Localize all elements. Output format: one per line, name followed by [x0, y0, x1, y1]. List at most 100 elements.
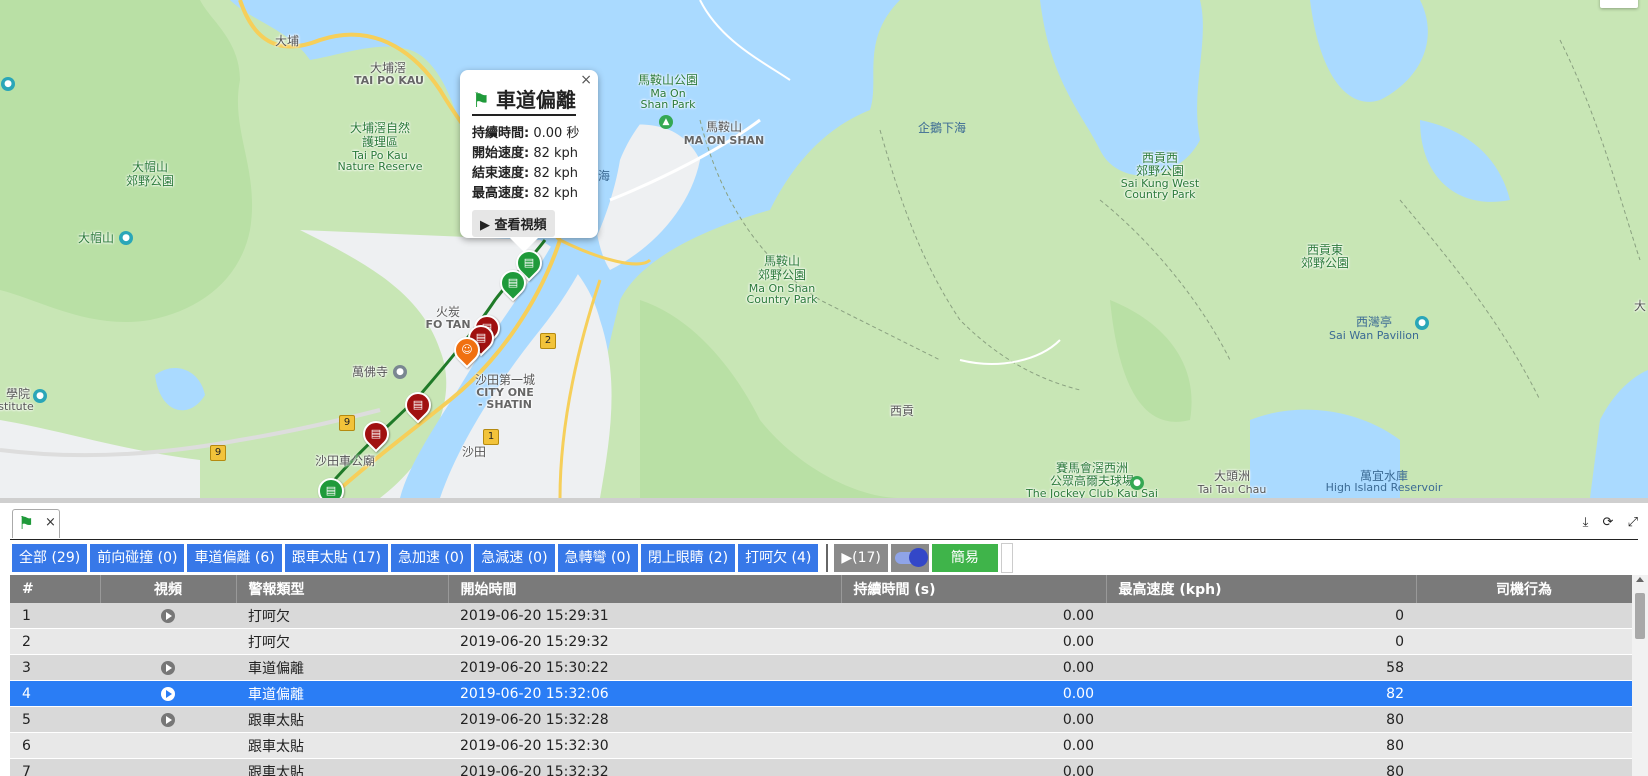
popup-close-button[interactable]: × — [580, 72, 592, 88]
event-popup: × ⚑ 車道偏離 持續時間: 0.00 秒 開始速度: 82 kph 結束速度: … — [460, 70, 598, 252]
filter-lane-departure-button[interactable]: 車道偏離 (6) — [187, 544, 282, 572]
event-marker[interactable]: ☺ — [448, 331, 486, 369]
map-label: 馬鞍山公園 — [637, 73, 699, 87]
filter-hard-acceleration-button[interactable]: 急加速 (0) — [390, 544, 472, 572]
play-circle-icon: ▶ — [480, 218, 490, 233]
map-label: MA ON SHAN — [683, 134, 765, 147]
filter-sharp-turn-button[interactable]: 急轉彎 (0) — [557, 544, 638, 572]
divider — [826, 544, 829, 572]
tab-close-button[interactable]: × — [45, 515, 56, 530]
refresh-icon[interactable]: ⟳ — [1603, 515, 1614, 530]
column-header-duration[interactable]: 持續時間 (s) — [841, 575, 1107, 603]
event-marker[interactable]: ▤ — [399, 386, 437, 424]
filter-bar: 全部 (29) 前向碰撞 (0) 車道偏離 (6) 跟車太貼 (17) 急加速 … — [12, 543, 1013, 573]
table-row[interactable]: 7 跟車太貼 2019-06-20 15:32:32 0.00 80 — [10, 758, 1632, 776]
filter-video-button[interactable]: ▶(17) — [834, 544, 888, 572]
poi-icon[interactable]: ● — [1415, 316, 1429, 330]
route-shield: 9 — [339, 415, 355, 431]
column-header-alert-type[interactable]: 警報類型 — [236, 575, 449, 603]
map-label: 馬鞍山 — [705, 120, 743, 134]
poi-icon[interactable]: ● — [1130, 476, 1144, 490]
map-label: 郊野公園 — [757, 268, 807, 282]
poi-icon[interactable]: ▲ — [659, 115, 673, 129]
route-shield: 1 — [483, 429, 499, 445]
filter-tailgating-button[interactable]: 跟車太貼 (17) — [284, 544, 388, 572]
filter-eyes-closed-button[interactable]: 閉上眼睛 (2) — [640, 544, 736, 572]
popup-title: ⚑ 車道偏離 — [472, 84, 576, 116]
download-icon[interactable]: ⤓ — [1583, 515, 1589, 530]
play-icon[interactable] — [161, 608, 175, 623]
map-label: 馬鞍山 — [763, 254, 801, 268]
map-label: 沙田 — [461, 445, 487, 459]
simple-mode-button[interactable]: 簡易 — [931, 544, 998, 572]
poi-icon[interactable]: ● — [119, 231, 133, 245]
filter-all-button[interactable]: 全部 (29) — [12, 544, 88, 572]
popup-row-max-speed: 最高速度: 82 kph — [472, 186, 579, 201]
route-shield: 2 — [540, 333, 556, 349]
table-scrollbar[interactable] — [1632, 575, 1648, 776]
table-row[interactable]: 5 跟車太貼 2019-06-20 15:32:28 0.00 80 — [10, 706, 1632, 733]
event-marker[interactable]: ▤ — [312, 472, 350, 498]
map-label: 大埔 — [274, 34, 300, 48]
table-row[interactable]: 2 打呵欠 2019-06-20 15:29:32 0.00 0 — [10, 628, 1632, 655]
map-label: 海 — [597, 169, 611, 183]
filter-forward-collision-button[interactable]: 前向碰撞 (0) — [90, 544, 185, 572]
play-icon[interactable] — [161, 712, 175, 727]
alert-table: # 視頻 警報類型 開始時間 持續時間 (s) 最高速度 (kph) 司機行為 … — [10, 575, 1632, 776]
map-label: Country Park — [746, 293, 818, 306]
poi-icon[interactable]: ● — [1, 77, 15, 91]
map-label: 大 — [1633, 299, 1647, 313]
map-label: 護理區 — [361, 135, 399, 149]
table-row-selected[interactable]: 4 車道偏離 2019-06-20 15:32:06 0.00 82 — [10, 680, 1632, 707]
map-label: 企鵝下海 — [917, 121, 967, 135]
popup-title-text: 車道偏離 — [495, 88, 576, 112]
scroll-up-icon[interactable] — [1636, 577, 1644, 582]
table-row[interactable]: 6 跟車太貼 2019-06-20 15:32:30 0.00 80 — [10, 732, 1632, 759]
tag-icon: ⚑ — [18, 513, 35, 534]
table-row[interactable]: 1 打呵欠 2019-06-20 15:29:31 0.00 0 — [10, 603, 1632, 629]
column-header-index[interactable]: # — [10, 575, 101, 603]
map-label: 沙田車公廟 — [314, 454, 376, 468]
map-label: Country Park — [1124, 188, 1196, 201]
map-label: 郊野公園 — [1300, 256, 1350, 270]
column-header-max-speed[interactable]: 最高速度 (kph) — [1106, 575, 1417, 603]
popup-row-start-speed: 開始速度: 82 kph — [472, 146, 579, 161]
map-label: 大埔滘自然 — [349, 121, 411, 135]
event-marker[interactable]: ▤ — [494, 264, 532, 302]
map-view[interactable]: 大埔 大埔滘 TAI PO KAU 大埔滘自然 護理區 Tai Po Kau N… — [0, 0, 1648, 498]
table-row[interactable]: 3 車道偏離 2019-06-20 15:30:22 0.00 58 — [10, 654, 1632, 681]
map-label: 大帽山 — [131, 160, 169, 174]
poi-icon[interactable]: ● — [393, 365, 407, 379]
map-label: 萬佛寺 — [351, 365, 389, 379]
fullscreen-icon[interactable]: ⤢ — [1628, 515, 1638, 530]
map-label: 西貢 — [889, 404, 915, 418]
map-label: Shan Park — [640, 98, 696, 111]
column-header-driver-behavior[interactable]: 司機行為 — [1416, 575, 1632, 603]
map-label: High Island Reservoir — [1325, 481, 1443, 494]
alert-panel: ⚑ × ⤓ ⟳ ⤢ 全部 (29) 前向碰撞 (0) 車道偏離 (6) 跟車太貼… — [0, 503, 1648, 776]
event-marker[interactable]: ▤ — [357, 415, 395, 453]
popup-row-duration: 持續時間: 0.00 秒 — [472, 126, 580, 141]
popup-row-end-speed: 結束速度: 82 kph — [472, 166, 579, 181]
filter-hard-braking-button[interactable]: 急減速 (0) — [474, 544, 555, 572]
tag-icon: ⚑ — [472, 88, 490, 112]
filter-yawning-button[interactable]: 打呵欠 (4) — [738, 544, 819, 572]
map-label: 大帽山 — [77, 231, 115, 245]
mode-button-edge — [1000, 543, 1013, 573]
poi-icon[interactable]: ● — [33, 389, 47, 403]
map-base — [0, 0, 1648, 498]
map-control[interactable] — [1600, 0, 1638, 8]
play-circle-icon: ▶ — [841, 550, 853, 566]
view-video-button[interactable]: ▶ 查看視頻 — [472, 210, 555, 237]
panel-toolbar: ⤓ ⟳ ⤢ — [1573, 515, 1638, 530]
map-label: stitute — [0, 400, 34, 413]
play-icon[interactable] — [161, 660, 175, 675]
play-icon[interactable] — [161, 686, 175, 701]
tab-bar: ⚑ × ⤓ ⟳ ⤢ — [10, 509, 1638, 540]
map-label: Nature Reserve — [337, 160, 423, 173]
column-header-start-time[interactable]: 開始時間 — [448, 575, 842, 603]
scroll-thumb[interactable] — [1635, 593, 1645, 639]
column-header-video[interactable]: 視頻 — [100, 575, 237, 603]
view-toggle[interactable] — [890, 544, 929, 572]
tab-alerts[interactable]: ⚑ × — [12, 509, 60, 538]
